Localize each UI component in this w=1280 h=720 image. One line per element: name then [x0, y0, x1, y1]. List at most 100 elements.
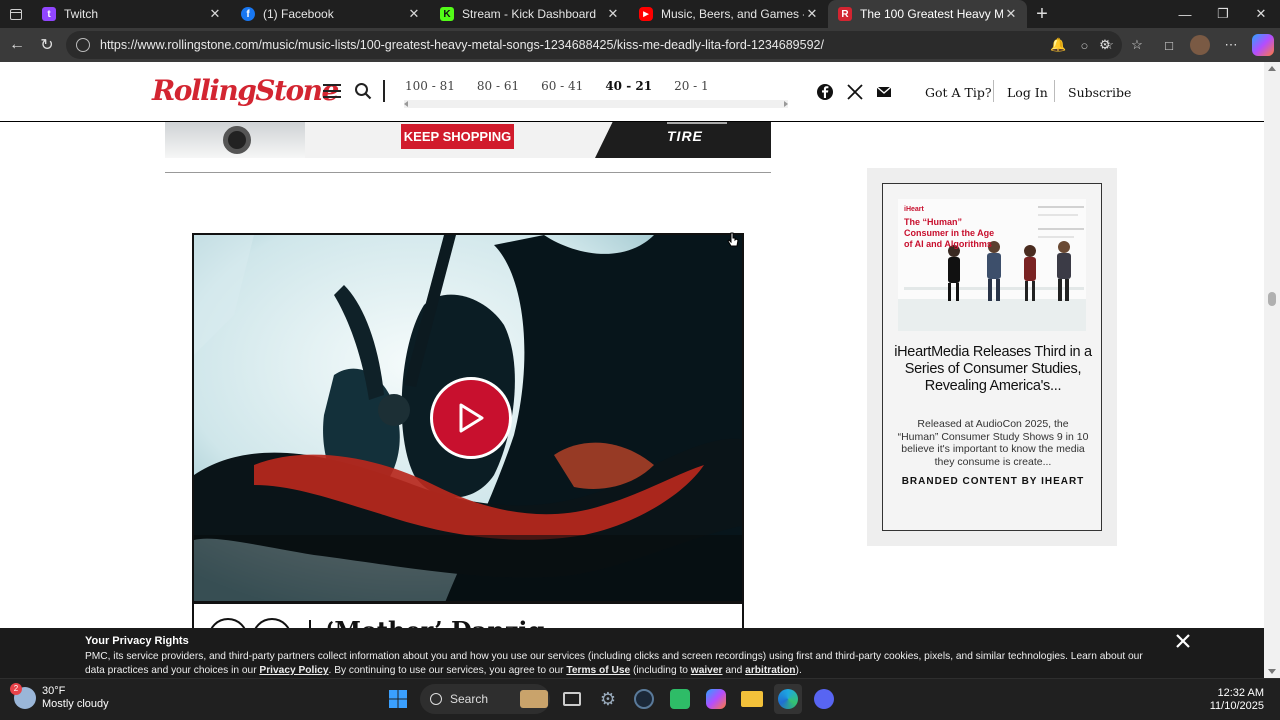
mouse-cursor-icon	[727, 232, 739, 247]
page-viewport: RollingStone 100 - 81 80 - 61 60 - 41 40…	[0, 62, 1264, 678]
scroll-down-icon[interactable]	[1268, 669, 1276, 674]
scroll-up-icon[interactable]	[1268, 66, 1276, 71]
close-icon[interactable]	[1174, 632, 1192, 650]
tab-facebook[interactable]: f (1) Facebook ✕	[231, 0, 430, 28]
maximize-icon[interactable]: ❐	[1204, 0, 1242, 28]
menu-icon[interactable]	[323, 84, 341, 98]
extensions-icon[interactable]: ○	[1080, 38, 1088, 53]
range-link[interactable]: 20 - 1	[674, 79, 709, 93]
range-scrollbar[interactable]	[404, 100, 788, 108]
url-text[interactable]: https://www.rollingstone.com/music/music…	[100, 38, 824, 52]
video-player[interactable]	[192, 233, 744, 603]
branded-by-label: BRANDED CONTENT BY IHEART	[901, 476, 1085, 487]
close-window-icon[interactable]: ✕	[1242, 0, 1280, 28]
back-icon[interactable]: ←	[2, 30, 32, 60]
keep-shopping-button[interactable]: KEEP SHOPPING	[401, 124, 514, 149]
card-headline[interactable]: iHeartMedia Releases Third in a Series o…	[893, 344, 1093, 395]
taskbar: 2 30°F Mostly cloudy Search ⚙ 12:32 AM 1…	[0, 678, 1280, 720]
settings-icon[interactable]: ⚙	[594, 684, 622, 714]
address-bar[interactable]: https://www.rollingstone.com/music/music…	[66, 31, 1122, 59]
copilot-icon[interactable]	[1252, 34, 1274, 56]
tab-title: Music, Beers, and Games - YouTube	[661, 7, 804, 21]
site-logo[interactable]: RollingStone	[152, 74, 339, 107]
privacy-policy-link[interactable]: Privacy Policy	[259, 665, 328, 676]
sidebar-ad: iHeart The “Human” Consumer in the Age o…	[867, 168, 1117, 546]
site-header: RollingStone 100 - 81 80 - 61 60 - 41 40…	[0, 62, 1264, 122]
scrollbar-thumb[interactable]	[1268, 292, 1276, 306]
tab-title: The 100 Greatest Heavy Metal Songs	[860, 7, 1003, 21]
range-link[interactable]: 80 - 61	[477, 79, 519, 93]
system-clock[interactable]: 12:32 AM 11/10/2025	[1210, 687, 1264, 713]
tab-rollingstone[interactable]: R The 100 Greatest Heavy Metal Songs ✕	[828, 0, 1027, 28]
favorites-icon[interactable]: ☆	[1126, 34, 1148, 56]
notification-bell-icon[interactable]: 🔔	[1050, 37, 1066, 53]
weather-widget[interactable]: 2 30°F Mostly cloudy	[10, 683, 109, 711]
tab-kick[interactable]: K Stream - Kick Dashboard ✕	[430, 0, 629, 28]
weather-text: 30°F Mostly cloudy	[42, 685, 109, 711]
taskbar-search[interactable]: Search	[420, 684, 550, 714]
login-link[interactable]: Log In	[1007, 85, 1048, 100]
privacy-title: Your Privacy Rights	[85, 635, 189, 647]
facebook-icon[interactable]	[815, 82, 835, 102]
close-tab-icon[interactable]: ✕	[406, 6, 422, 22]
rollingstone-icon: R	[838, 7, 852, 21]
new-tab-button[interactable]: +	[1027, 0, 1057, 28]
terms-of-use-link[interactable]: Terms of Use	[566, 665, 630, 676]
range-link[interactable]: 100 - 81	[405, 79, 455, 93]
close-tab-icon[interactable]: ✕	[605, 6, 621, 22]
panel-photo: iHeart The “Human” Consumer in the Age o…	[898, 199, 1086, 331]
play-icon	[459, 403, 484, 433]
start-icon[interactable]	[384, 684, 412, 714]
tab-strip: t Twitch ✕ f (1) Facebook ✕ K Stream - K…	[0, 0, 1280, 28]
scroll-right-icon[interactable]	[784, 101, 788, 107]
task-view-icon[interactable]	[558, 684, 586, 714]
tab-twitch[interactable]: t Twitch ✕	[32, 0, 231, 28]
search-icon	[430, 693, 442, 705]
subscribe-link[interactable]: Subscribe	[1068, 85, 1131, 100]
twitch-icon: t	[42, 7, 56, 21]
copilot-app-icon[interactable]	[702, 684, 730, 714]
page-scrollbar[interactable]	[1264, 62, 1280, 678]
steam-icon[interactable]	[630, 684, 658, 714]
play-button[interactable]	[430, 377, 512, 459]
collections-icon[interactable]: □	[1158, 34, 1180, 56]
youtube-icon: ▶	[639, 7, 653, 21]
discord-icon[interactable]	[810, 684, 838, 714]
site-info-icon[interactable]	[76, 38, 90, 52]
cloudy-weather-icon: 2	[10, 683, 36, 709]
xbox-app-icon[interactable]	[666, 684, 694, 714]
header-separator	[993, 80, 994, 102]
tab-title: Twitch	[64, 7, 99, 21]
close-tab-icon[interactable]: ✕	[1003, 6, 1019, 22]
profile-avatar[interactable]	[1190, 35, 1210, 55]
branded-content-card[interactable]: iHeart The “Human” Consumer in the Age o…	[882, 183, 1102, 531]
header-divider	[383, 80, 385, 102]
range-link[interactable]: 60 - 41	[541, 79, 583, 93]
email-icon[interactable]	[874, 82, 894, 102]
x-icon[interactable]	[845, 82, 865, 102]
ad-brand-text: TIRE	[667, 122, 727, 144]
file-explorer-icon[interactable]	[738, 684, 766, 714]
close-tab-icon[interactable]: ✕	[804, 6, 820, 22]
weather-temp: 30°F	[42, 685, 66, 697]
window-controls: — ❐ ✕	[1166, 0, 1280, 28]
more-menu-icon[interactable]: ⋯	[1220, 34, 1242, 56]
refresh-icon[interactable]: ↻	[32, 30, 62, 60]
range-link-active[interactable]: 40 - 21	[605, 79, 652, 93]
edge-browser-icon[interactable]	[774, 684, 802, 714]
scroll-left-icon[interactable]	[404, 101, 408, 107]
image-brand: iHeart	[904, 206, 925, 213]
arbitration-link[interactable]: arbitration	[745, 665, 795, 676]
minimize-icon[interactable]: —	[1166, 0, 1204, 28]
search-highlight-icon	[520, 690, 549, 708]
search-icon[interactable]	[354, 82, 372, 100]
tab-actions-button[interactable]	[0, 0, 32, 28]
waiver-link[interactable]: waiver	[691, 665, 723, 676]
browser-essentials-icon[interactable]: ⚙	[1094, 34, 1116, 56]
close-tab-icon[interactable]: ✕	[207, 6, 223, 22]
taskbar-apps: Search ⚙	[384, 684, 838, 714]
tab-youtube[interactable]: ▶ Music, Beers, and Games - YouTube ✕	[629, 0, 828, 28]
card-image[interactable]: iHeart The “Human” Consumer in the Age o…	[898, 199, 1086, 331]
got-a-tip-link[interactable]: Got A Tip?	[925, 85, 992, 100]
ad-banner[interactable]: KEEP SHOPPING TIRE	[165, 122, 771, 158]
